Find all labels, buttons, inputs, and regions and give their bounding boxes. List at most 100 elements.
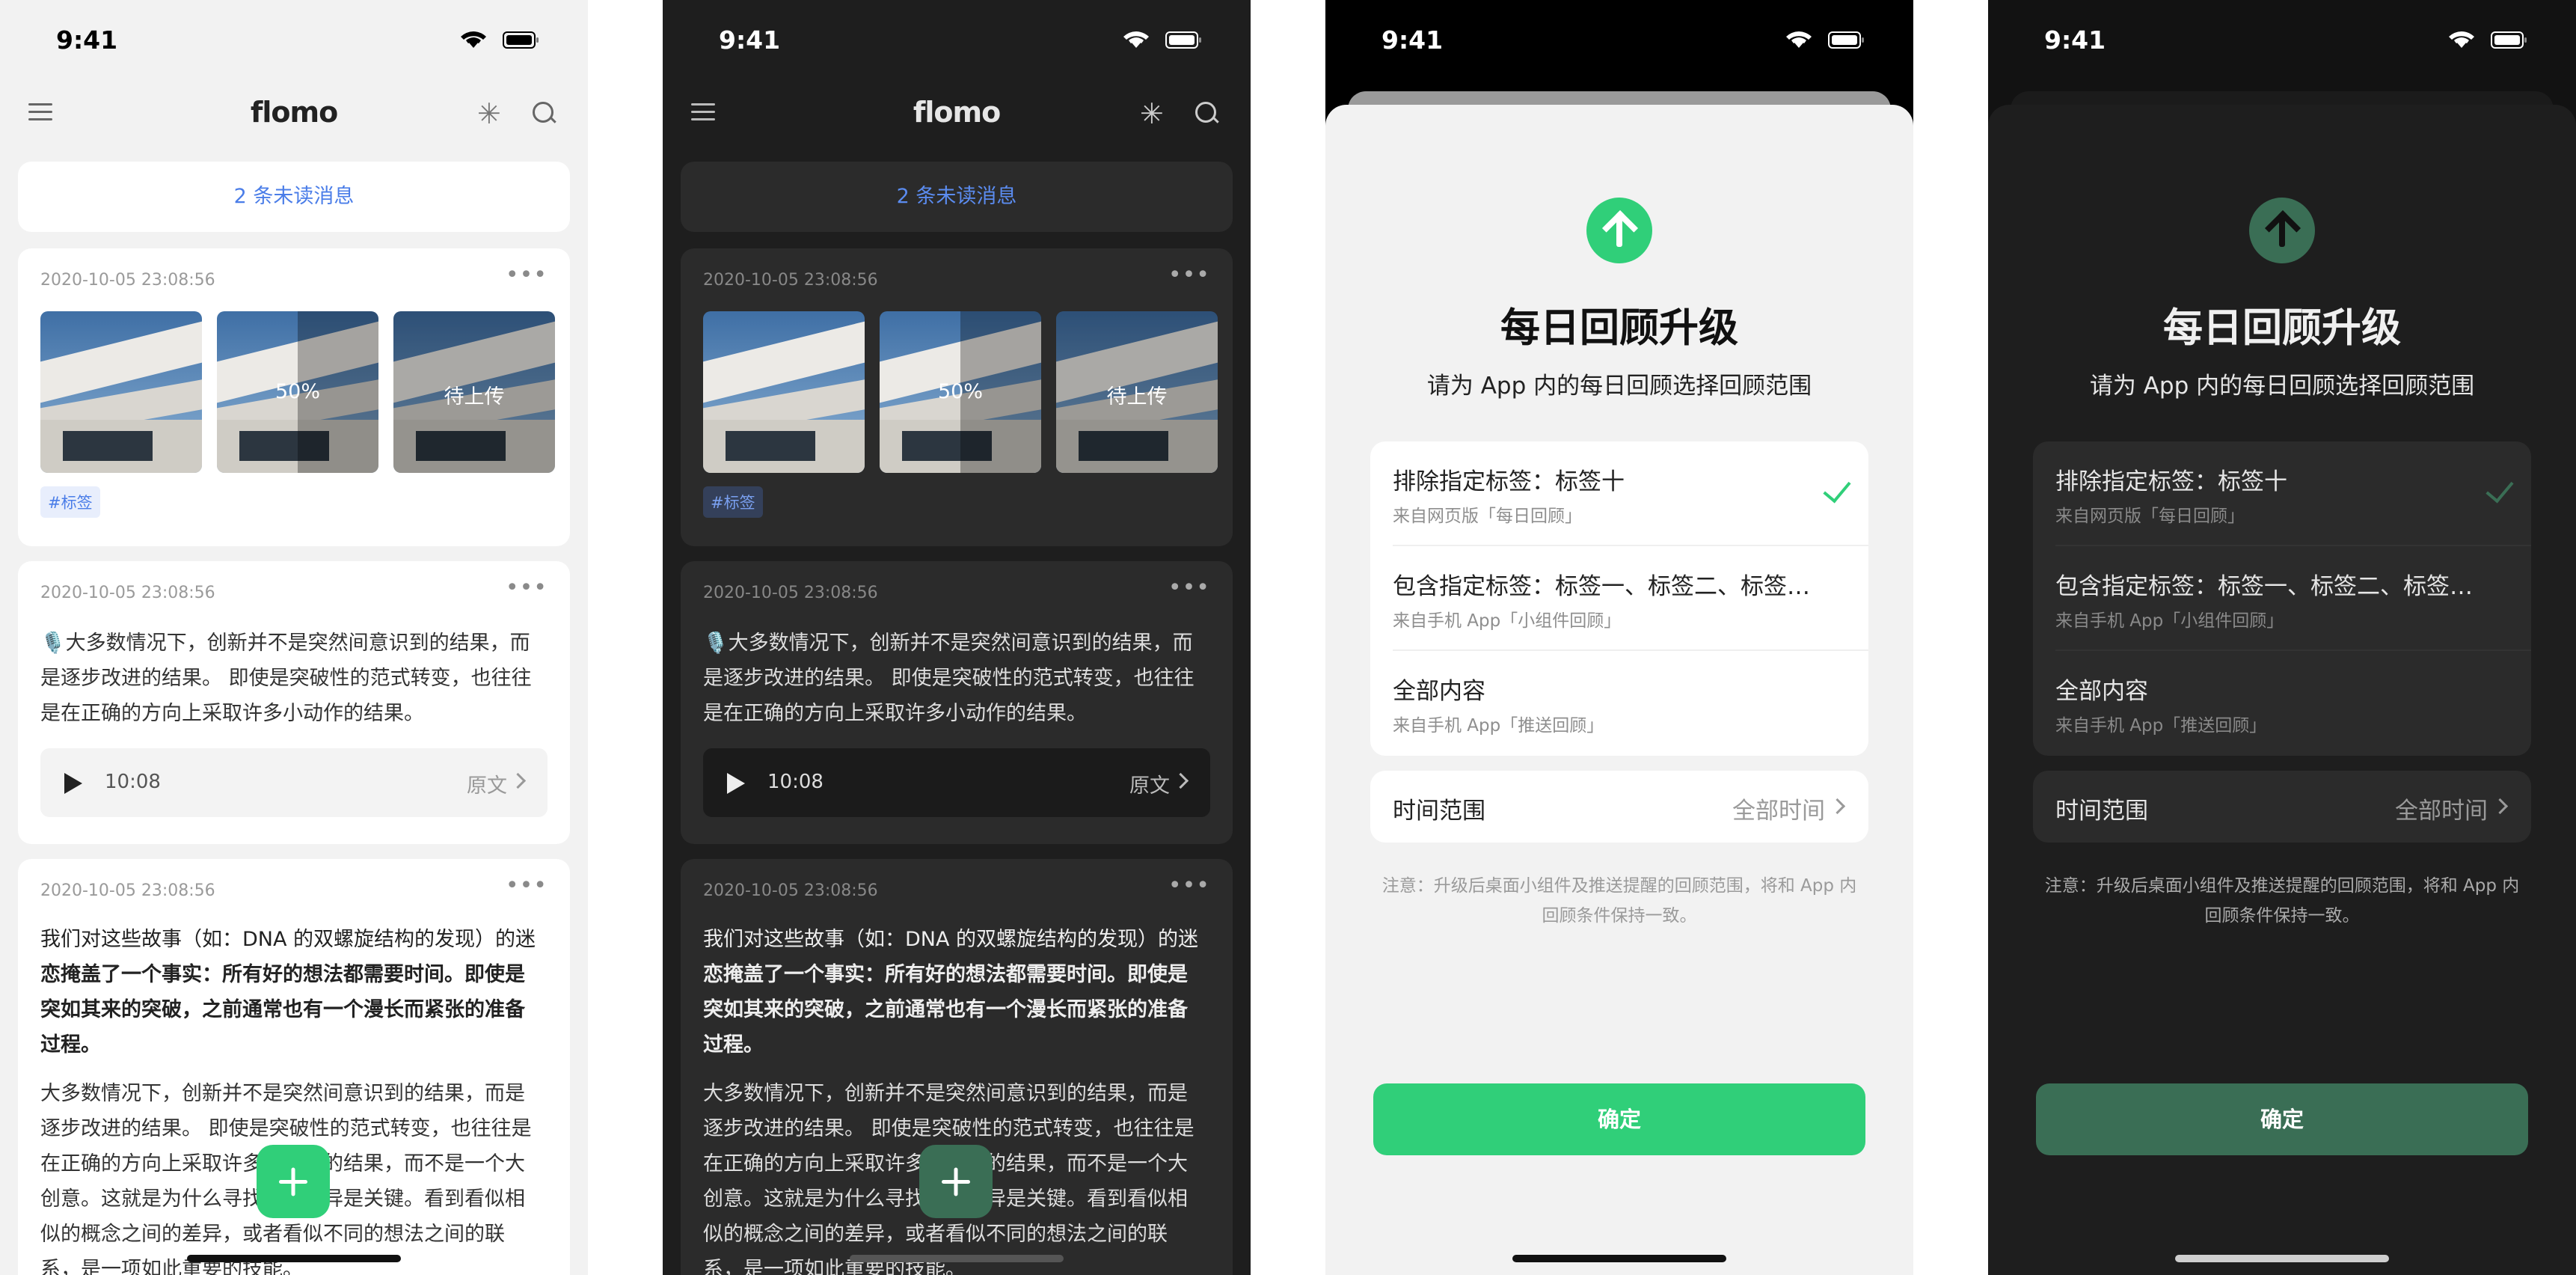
memo-image-pending[interactable]: 待上传 [393, 311, 555, 473]
memo-date: 2020-10-05 23:08:56 [703, 271, 878, 290]
checkmark-icon [1823, 474, 1851, 504]
memo-date: 2020-10-05 23:08:56 [40, 881, 215, 900]
pending-upload-label: 待上传 [1106, 385, 1168, 409]
memo-image-pending[interactable]: 待上传 [1056, 311, 1218, 473]
modal-title: 每日回顾升级 [2163, 305, 2401, 351]
upgrade-arrow-icon [2249, 198, 2315, 263]
modal-subtitle: 请为 App 内的每日回顾选择回顾范围 [1426, 373, 1812, 400]
sparkle-icon[interactable]: ✳ [477, 97, 501, 130]
memo-text: 我们对这些故事（如：DNA 的双螺旋结构的发现）的迷 恋掩盖了一个事实：所有好的想… [703, 928, 1199, 1057]
chevron-right-icon [509, 772, 527, 789]
audio-player[interactable]: 10:08 原文 [703, 748, 1210, 817]
home-indicator [187, 1255, 401, 1262]
memo-text: 我们对这些故事（如：DNA 的双螺旋结构的发现）的迷 恋掩盖了一个事实：所有好的想… [40, 928, 536, 1057]
sparkle-icon[interactable]: ✳ [1140, 97, 1164, 130]
chevron-right-icon [2491, 798, 2509, 815]
audio-duration: 10:08 [105, 771, 161, 793]
feed-header: flomo ✳ [663, 82, 1251, 142]
option-exclude-tags[interactable]: 排除指定标签：标签十 来自网页版「每日回顾」 [1370, 441, 1868, 546]
audio-duration: 10:08 [767, 771, 824, 793]
more-icon[interactable]: ••• [1168, 575, 1210, 601]
wifi-icon [1786, 31, 1812, 48]
status-time: 9:41 [719, 25, 781, 55]
memo-image[interactable] [40, 311, 202, 473]
light-upgrade-modal-screen: 9:41 每日回顾升级 请为 App 内的每日回顾选择回顾范围 排除指定标签：标… [1325, 0, 1913, 1275]
memo-card[interactable]: 2020-10-05 23:08:56 ••• 🎙️大多数情况下，创新并不是突然… [681, 561, 1233, 844]
option-include-tags[interactable]: 包含指定标签：标签一、标签二、标签… 来自手机 App「小组件回顾」 [1370, 546, 1868, 651]
memo-image-uploading[interactable]: 50% [217, 311, 378, 473]
memo-date: 2020-10-05 23:08:56 [703, 881, 878, 900]
home-indicator [850, 1255, 1064, 1262]
wifi-icon [461, 31, 486, 48]
wifi-icon [1123, 31, 1149, 48]
feed-header: flomo ✳ [0, 82, 588, 142]
status-time: 9:41 [56, 25, 118, 55]
memo-image[interactable] [703, 311, 865, 473]
original-text-link[interactable]: 原文 [467, 769, 507, 798]
memo-card[interactable]: 2020-10-05 23:08:56 ••• 🎙️大多数情况下，创新并不是突然… [18, 561, 570, 844]
battery-icon [1165, 31, 1201, 49]
confirm-button[interactable]: 确定 [1373, 1083, 1865, 1155]
add-memo-button[interactable] [257, 1145, 330, 1218]
memo-date: 2020-10-05 23:08:56 [703, 584, 878, 602]
status-time: 9:41 [1381, 25, 1444, 55]
unread-messages-banner[interactable]: 2 条未读消息 [18, 162, 570, 232]
upgrade-note: 注意：升级后桌面小组件及推送提醒的回顾范围，将和 App 内回顾条件保持一致。 [1381, 876, 1857, 926]
light-feed-screen: 9:41 flomo ✳ 2 条未读消息 2020-10-05 23:08:56… [0, 0, 588, 1275]
add-memo-button[interactable] [919, 1145, 993, 1218]
scope-options: 排除指定标签：标签十 来自网页版「每日回顾」 包含指定标签：标签一、标签二、标签… [1370, 441, 1868, 756]
status-bar: 9:41 [1988, 0, 2576, 75]
tag-badge[interactable]: #标签 [40, 486, 100, 518]
status-time: 9:41 [2044, 25, 2106, 55]
option-include-tags[interactable]: 包含指定标签：标签一、标签二、标签… 来自手机 App「小组件回顾」 [2033, 546, 2531, 651]
unread-messages-banner[interactable]: 2 条未读消息 [681, 162, 1233, 232]
more-icon[interactable]: ••• [506, 872, 548, 899]
status-bar: 9:41 [1325, 0, 1913, 75]
dark-upgrade-modal-screen: 9:41 每日回顾升级 请为 App 内的每日回顾选择回顾范围 排除指定标签：标… [1988, 0, 2576, 1275]
memo-date: 2020-10-05 23:08:56 [40, 584, 215, 602]
chevron-right-icon [1829, 798, 1846, 815]
memo-text: 🎙️大多数情况下，创新并不是突然间意识到的结果，而 是逐步改进的结果。 即使是突破… [40, 632, 532, 725]
play-icon[interactable] [64, 773, 82, 794]
more-icon[interactable]: ••• [506, 575, 548, 601]
more-icon[interactable]: ••• [506, 262, 548, 288]
time-range-row[interactable]: 时间范围 全部时间 [1370, 771, 1868, 843]
search-icon[interactable] [533, 102, 553, 123]
battery-icon [1828, 31, 1864, 49]
more-icon[interactable]: ••• [1168, 872, 1210, 899]
search-icon[interactable] [1195, 102, 1216, 123]
memo-card[interactable]: 2020-10-05 23:08:56 ••• 50% 待上传 #标签 [681, 248, 1233, 546]
scope-options: 排除指定标签：标签十 来自网页版「每日回顾」 包含指定标签：标签一、标签二、标签… [2033, 441, 2531, 756]
upgrade-note: 注意：升级后桌面小组件及推送提醒的回顾范围，将和 App 内回顾条件保持一致。 [2044, 876, 2520, 926]
audio-player[interactable]: 10:08 原文 [40, 748, 548, 817]
time-range-row[interactable]: 时间范围 全部时间 [2033, 771, 2531, 843]
status-bar: 9:41 [0, 0, 588, 75]
more-icon[interactable]: ••• [1168, 262, 1210, 288]
home-indicator [1512, 1255, 1726, 1262]
wifi-icon [2449, 31, 2474, 48]
original-text-link[interactable]: 原文 [1129, 769, 1170, 798]
memo-text: 🎙️大多数情况下，创新并不是突然间意识到的结果，而 是逐步改进的结果。 即使是突破… [703, 632, 1195, 725]
play-icon[interactable] [727, 773, 745, 794]
memo-image-uploading[interactable]: 50% [880, 311, 1041, 473]
status-bar: 9:41 [663, 0, 1251, 75]
upgrade-arrow-icon [1586, 198, 1652, 263]
confirm-button[interactable]: 确定 [2036, 1083, 2528, 1155]
dark-feed-screen: 9:41 flomo ✳ 2 条未读消息 2020-10-05 23:08:56… [663, 0, 1251, 1275]
option-all-content[interactable]: 全部内容 来自手机 App「推送回顾」 [1370, 651, 1868, 756]
upload-progress: 50% [275, 380, 320, 403]
checkmark-icon [2485, 474, 2514, 504]
upload-progress: 50% [937, 380, 983, 403]
memo-date: 2020-10-05 23:08:56 [40, 271, 215, 290]
battery-icon [503, 31, 539, 49]
battery-icon [2491, 31, 2527, 49]
tag-badge[interactable]: #标签 [703, 486, 763, 518]
option-all-content[interactable]: 全部内容 来自手机 App「推送回顾」 [2033, 651, 2531, 756]
pending-upload-label: 待上传 [444, 385, 505, 409]
modal-title: 每日回顾升级 [1500, 305, 1738, 351]
option-exclude-tags[interactable]: 排除指定标签：标签十 来自网页版「每日回顾」 [2033, 441, 2531, 546]
memo-card[interactable]: 2020-10-05 23:08:56 ••• 50% 待上传 #标签 [18, 248, 570, 546]
modal-subtitle: 请为 App 内的每日回顾选择回顾范围 [2089, 373, 2475, 400]
home-indicator [2175, 1255, 2389, 1262]
chevron-right-icon [1172, 772, 1189, 789]
